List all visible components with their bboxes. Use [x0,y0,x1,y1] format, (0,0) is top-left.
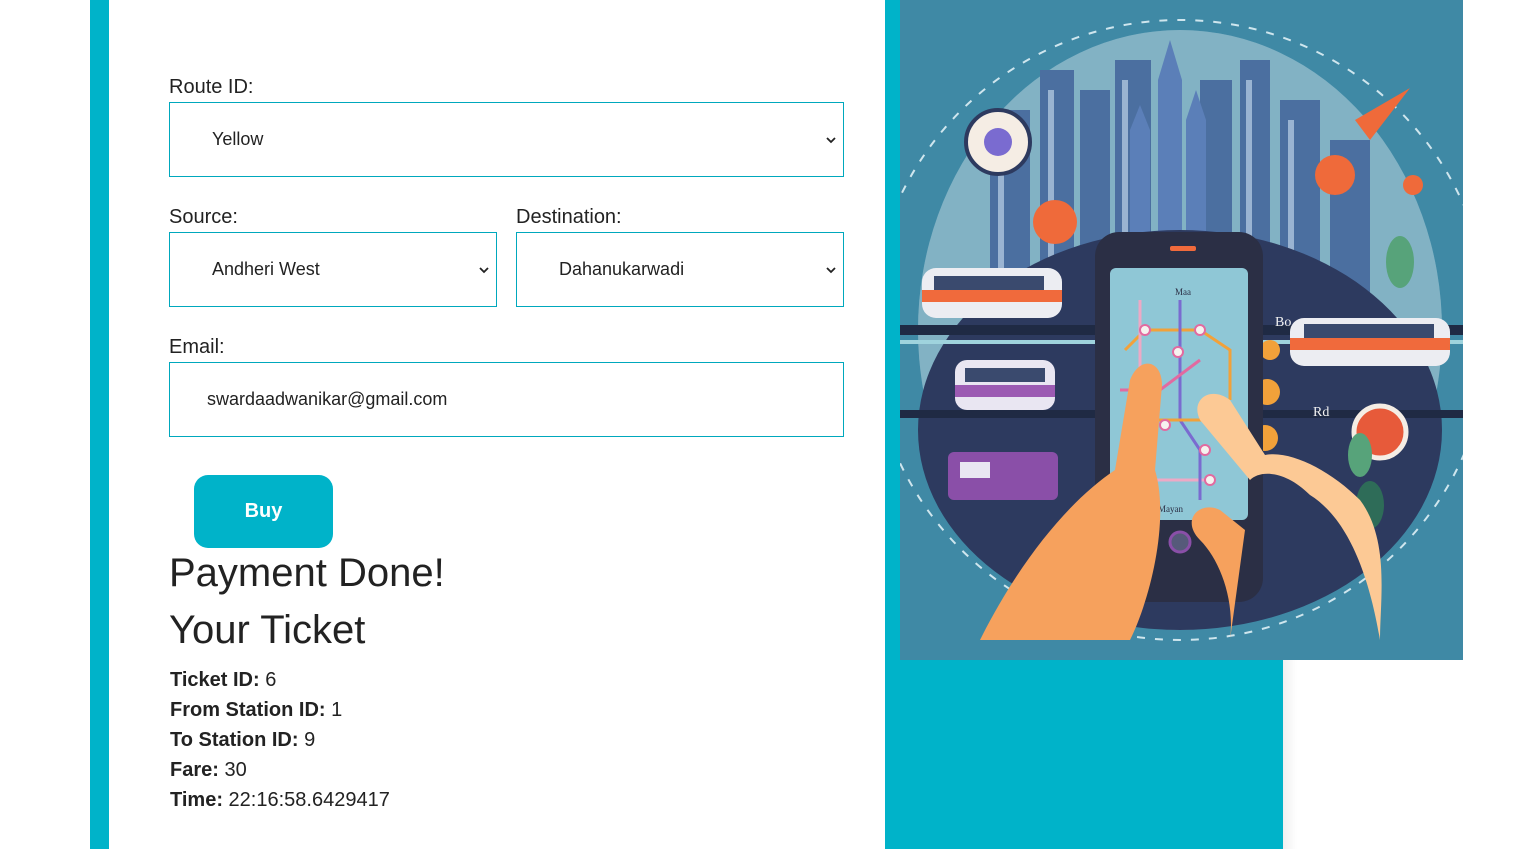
from-station-label: From Station ID: [170,699,326,721]
destination-select-value: Dahanukarwadi [559,259,685,279]
email-label: Email: [169,336,225,358]
source-select-value: Andheri West [212,259,320,279]
map-label-mayan: Mayan [1158,504,1183,514]
route-label: Route ID: [169,76,254,98]
from-station-row: From Station ID: 1 [170,699,342,722]
ticket-id-row: Ticket ID: 6 [170,669,276,692]
email-field[interactable]: swardaadwanikar@gmail.com [169,362,844,437]
left-accent-bar [90,0,109,849]
route-select-value: Yellow [212,129,264,149]
fare-value: 30 [224,759,247,781]
chevron-down-icon [826,266,836,273]
source-label: Source: [169,206,238,228]
email-field-value: swardaadwanikar@gmail.com [207,389,448,409]
ticket-id-label: Ticket ID: [170,669,260,691]
time-row: Time: 22:16:58.6429417 [170,789,390,812]
route-select[interactable]: Yellow [169,102,844,177]
chevron-down-icon [826,136,836,143]
to-station-label: To Station ID: [170,729,299,751]
from-station-value: 1 [331,699,343,721]
source-select[interactable]: Andheri West [169,232,497,307]
to-station-row: To Station ID: 9 [170,729,315,752]
ticket-id-value: 6 [265,669,277,691]
buy-button[interactable]: Buy [194,475,333,548]
ticket-heading: Your Ticket [169,608,366,652]
fare-label: Fare: [170,759,219,781]
map-label-bo: Bo [1275,315,1291,330]
fare-row: Fare: 30 [170,759,247,782]
time-label: Time: [170,789,223,811]
payment-status-heading: Payment Done! [169,551,445,595]
metro-illustration-art: Maa Mayan Bo Rd [900,0,1463,660]
map-label-maa: Maa [1175,287,1191,297]
chevron-down-icon [479,266,489,273]
metro-app-illustration: Maa Mayan Bo Rd [900,0,1463,660]
destination-select[interactable]: Dahanukarwadi [516,232,844,307]
to-station-value: 9 [304,729,316,751]
time-value: 22:16:58.6429417 [228,789,390,811]
map-label-rd: Rd [1313,405,1329,420]
destination-label: Destination: [516,206,622,228]
